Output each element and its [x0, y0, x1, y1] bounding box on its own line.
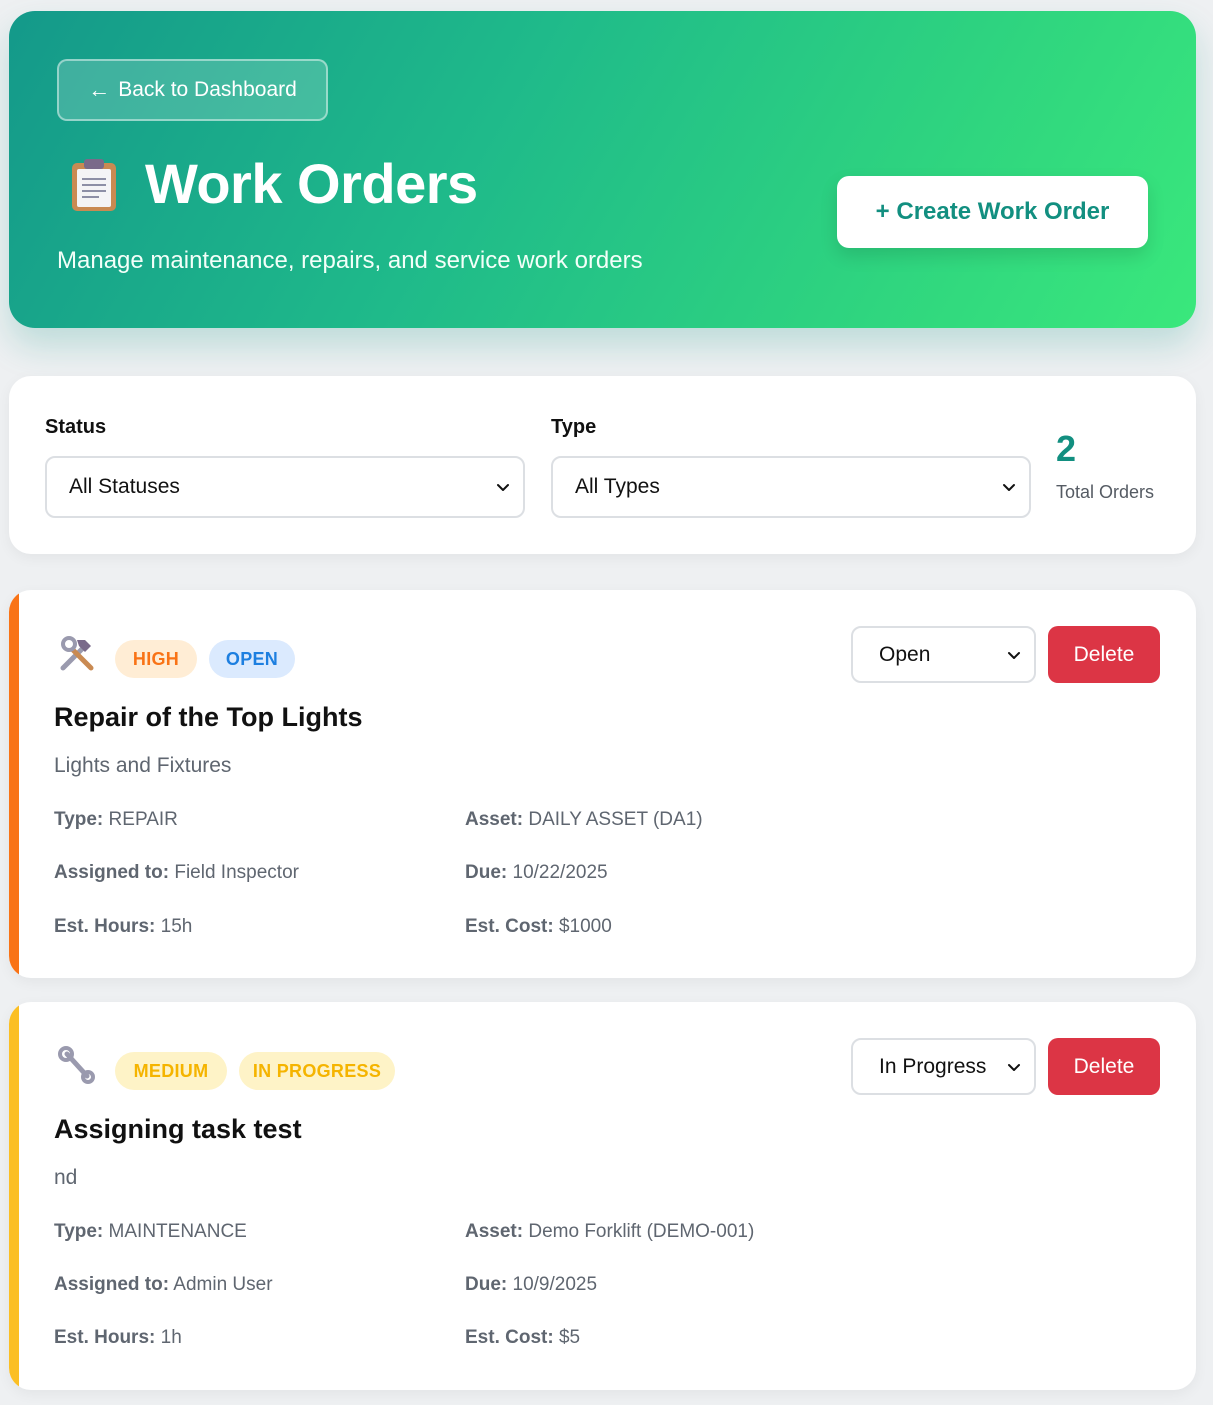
type-filter-value: All Types — [575, 475, 660, 498]
field-value: $1000 — [558, 916, 612, 937]
type-filter-select[interactable]: All Types — [551, 456, 1031, 518]
order-hours-field: Est. Hours: 1h — [54, 1327, 182, 1349]
order-assigned-field: Assigned to: Admin User — [54, 1274, 273, 1296]
order-due-field: Due: 10/22/2025 — [465, 862, 608, 884]
status-filter-value: All Statuses — [69, 475, 180, 498]
back-button-label: Back to Dashboard — [118, 78, 297, 101]
field-label: Type: — [54, 1221, 104, 1242]
priority-badge: MEDIUM — [115, 1052, 227, 1090]
field-value: MAINTENANCE — [108, 1221, 247, 1242]
order-asset-field: Asset: DAILY ASSET (DA1) — [465, 809, 703, 831]
wrench-icon — [58, 1046, 95, 1084]
create-work-order-button[interactable]: + Create Work Order — [837, 176, 1148, 248]
field-value: 10/9/2025 — [512, 1274, 598, 1295]
field-value: REPAIR — [108, 809, 178, 830]
field-value: Field Inspector — [174, 862, 299, 883]
order-description: Lights and Fixtures — [54, 754, 232, 777]
order-hours-field: Est. Hours: 15h — [54, 916, 192, 938]
page-header: ← Back to Dashboard Work Orders Manage m… — [9, 11, 1196, 328]
field-label: Asset: — [465, 1221, 524, 1242]
priority-accent-bar — [9, 1002, 19, 1390]
order-status-select[interactable]: Open — [851, 626, 1036, 683]
back-to-dashboard-button[interactable]: ← Back to Dashboard — [57, 59, 328, 121]
field-label: Due: — [465, 862, 508, 883]
field-value: Admin User — [173, 1274, 273, 1295]
work-order-card: HIGH OPEN Open Delete Repair of the Top … — [9, 590, 1196, 978]
order-asset-field: Asset: Demo Forklift (DEMO-001) — [465, 1221, 754, 1243]
order-type-field: Type: MAINTENANCE — [54, 1221, 247, 1243]
order-type-field: Type: REPAIR — [54, 809, 178, 831]
order-status-select[interactable]: In Progress — [851, 1038, 1036, 1095]
status-badge: OPEN — [209, 640, 295, 678]
field-value: 15h — [160, 916, 193, 937]
field-label: Assigned to: — [54, 862, 170, 883]
back-arrow-icon: ← — [88, 77, 111, 102]
field-label: Est. Hours: — [54, 1327, 156, 1348]
order-title: Assigning task test — [54, 1114, 302, 1144]
priority-badge: HIGH — [115, 640, 197, 678]
status-filter-select[interactable]: All Statuses — [45, 456, 525, 518]
order-description: nd — [54, 1166, 78, 1189]
total-orders-count: 2 — [1056, 428, 1077, 469]
type-filter-label: Type — [551, 416, 597, 438]
field-label: Type: — [54, 809, 104, 830]
filters-panel: Status All Statuses Type All Types 2 Tot… — [9, 376, 1196, 554]
chevron-down-icon — [1008, 651, 1020, 659]
page-subtitle: Manage maintenance, repairs, and service… — [57, 247, 643, 274]
order-status-value: Open — [879, 642, 931, 666]
field-value: $5 — [558, 1327, 581, 1348]
field-label: Est. Cost: — [465, 916, 554, 937]
tools-icon — [60, 636, 94, 671]
total-orders-label: Total Orders — [1056, 482, 1155, 502]
chevron-down-icon — [1003, 484, 1015, 491]
order-assigned-field: Assigned to: Field Inspector — [54, 862, 299, 884]
field-value: 10/22/2025 — [512, 862, 608, 883]
field-value: Demo Forklift (DEMO-001) — [528, 1221, 755, 1242]
field-label: Due: — [465, 1274, 508, 1295]
status-badge: IN PROGRESS — [239, 1052, 395, 1090]
delete-button[interactable]: Delete — [1048, 1038, 1160, 1095]
order-cost-field: Est. Cost: $1000 — [465, 916, 612, 938]
order-status-value: In Progress — [879, 1054, 987, 1078]
chevron-down-icon — [497, 484, 509, 491]
priority-accent-bar — [9, 590, 19, 978]
work-order-card: MEDIUM IN PROGRESS In Progress Delete As… — [9, 1002, 1196, 1390]
field-label: Est. Cost: — [465, 1327, 554, 1348]
order-due-field: Due: 10/9/2025 — [465, 1274, 597, 1296]
order-cost-field: Est. Cost: $5 — [465, 1327, 580, 1349]
clipboard-icon — [72, 159, 116, 211]
order-title: Repair of the Top Lights — [54, 702, 363, 732]
page-title: Work Orders — [145, 152, 478, 215]
field-label: Asset: — [465, 809, 524, 830]
field-value: 1h — [160, 1327, 182, 1348]
chevron-down-icon — [1008, 1063, 1020, 1071]
delete-button[interactable]: Delete — [1048, 626, 1160, 683]
status-filter-label: Status — [45, 416, 107, 438]
field-label: Assigned to: — [54, 1274, 170, 1295]
field-label: Est. Hours: — [54, 916, 156, 937]
field-value: DAILY ASSET (DA1) — [528, 809, 703, 830]
